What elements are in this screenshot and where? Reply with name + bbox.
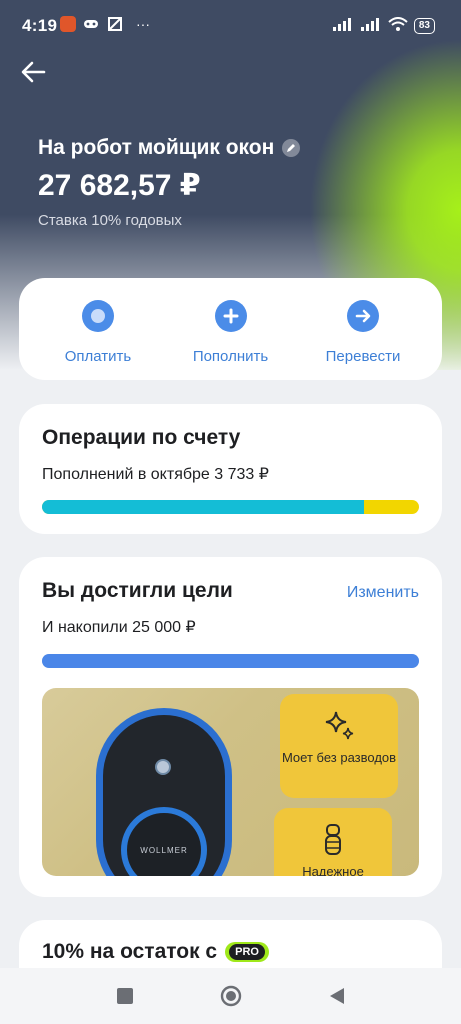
transfer-button[interactable]: Перевести (298, 278, 428, 380)
signal-icon (360, 16, 382, 36)
arrow-right-icon (347, 300, 379, 332)
top-up-button[interactable]: Пополнить (166, 278, 296, 380)
balance-amount: 27 682,57 ₽ (38, 169, 201, 202)
sparkle-icon (322, 706, 356, 744)
pay-icon (82, 300, 114, 332)
goal-progress-bar (42, 654, 419, 668)
status-bar: 4:19 ··· 83 (0, 0, 461, 52)
feature2-label: Надежное (302, 864, 364, 876)
actions-card: Оплатить Пополнить Перевести (19, 278, 442, 380)
system-nav-bar (0, 968, 461, 1024)
plus-icon (214, 300, 247, 332)
goal-subtitle: И накопили 25 000 ₽ (42, 619, 196, 636)
window-robot-image: WOLLMER (96, 708, 232, 876)
back-arrow-icon[interactable] (20, 60, 48, 86)
feature1-label: Моет без разводов (281, 750, 397, 765)
interest-rate: Ставка 10% годовых (38, 212, 182, 229)
operations-bar (42, 500, 419, 514)
signal-icon (332, 16, 354, 36)
wifi-icon (388, 16, 408, 36)
product-brand: WOLLMER (140, 845, 188, 855)
battery-icon: 83 (413, 18, 435, 34)
goal-title-row: На робот мойщик окон (38, 136, 301, 160)
edit-pencil-icon[interactable] (282, 139, 301, 157)
operations-bar-fill (42, 500, 365, 514)
pay-label: Оплатить (64, 348, 132, 365)
bonus-title: 10% на остаток с (42, 940, 218, 963)
safety-rope-icon (321, 820, 345, 858)
top-up-label: Пополнить (192, 348, 269, 365)
app-icon (106, 16, 124, 32)
operations-title: Операции по счету (42, 426, 241, 449)
pro-badge: PRO (225, 942, 269, 962)
goal-progress-fill (42, 654, 419, 668)
goal-title: Вы достигли цели (42, 579, 233, 602)
pay-button[interactable]: Оплатить (33, 278, 163, 380)
product-image[interactable]: WOLLMER Моет без разводов Надежное (42, 688, 419, 876)
change-goal-link[interactable]: Изменить (347, 584, 419, 602)
app-notification-icon (60, 16, 76, 32)
feature-badge-reliable: Надежное (274, 808, 392, 876)
operations-subtitle: Пополнений в октябре 3 733 ₽ (42, 466, 269, 483)
more-notifications: ··· (136, 16, 150, 32)
home-icon[interactable] (219, 984, 243, 1008)
recents-icon[interactable] (113, 984, 137, 1008)
page-title: На робот мойщик окон (38, 136, 275, 159)
operations-card[interactable]: Операции по счету Пополнений в октябре 3… (19, 404, 442, 534)
pro-badge-label: PRO (229, 944, 265, 960)
goal-card: Вы достигли цели Изменить И накопили 25 … (19, 557, 442, 897)
back-icon[interactable] (325, 984, 349, 1008)
feature-badge-streak-free: Моет без разводов (280, 694, 398, 798)
power-button-icon (155, 759, 171, 775)
game-controller-icon (82, 16, 100, 32)
status-time: 4:19 (22, 16, 58, 35)
transfer-label: Перевести (325, 348, 401, 365)
